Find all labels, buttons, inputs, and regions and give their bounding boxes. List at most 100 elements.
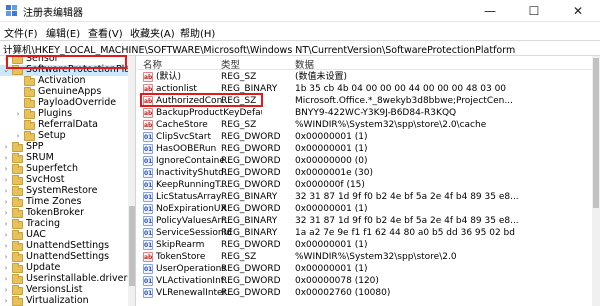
string-value-icon: ab: [143, 72, 153, 82]
value-data: 32 31 87 1d 9f f0 b2 4e bf 5a 2e 4f b4 8…: [295, 192, 519, 202]
value-row[interactable]: 01 InactivityShutd... REG_DWORD 0x0000001e …: [137, 167, 592, 179]
tree-item[interactable]: › Virtualization: [0, 295, 128, 306]
title-bar: 注册表编辑器 — ☐ ✕: [0, 0, 600, 22]
value-row[interactable]: ab TokenStore REG_SZ %WINDIR%\System32\spp\…: [137, 251, 592, 263]
tree-item-label[interactable]: Setup: [38, 130, 66, 141]
tree-scrollbar[interactable]: [128, 56, 135, 306]
string-value-icon: ab: [143, 120, 153, 130]
value-row[interactable]: 01 ClipSvcStart REG_DWORD 0x00000001 (1): [137, 131, 592, 143]
values-scrollbar-thumb[interactable]: [593, 58, 599, 208]
binary-value-icon: 01: [143, 264, 153, 274]
value-row[interactable]: 01 LicStatusArray REG_BINARY 32 31 87 1d 9f…: [137, 191, 592, 203]
column-type[interactable]: 类型: [221, 57, 240, 71]
tree-item-label[interactable]: Superfetch: [26, 163, 78, 174]
value-row[interactable]: 01 ServiceSessionId REG_BINARY 1a a2 7e 9e …: [137, 227, 592, 239]
tree-item[interactable]: › Setup: [0, 130, 128, 142]
value-type: REG_DWORD: [221, 144, 281, 154]
value-row[interactable]: 01 UserOperations REG_DWORD 0x00000001 (1): [137, 263, 592, 275]
tree-item-label[interactable]: VersionsList: [26, 284, 83, 295]
tree-item-label[interactable]: Virtualization: [26, 295, 89, 306]
value-data: %WINDIR%\System32\spp\store\2.0: [295, 252, 457, 262]
values-scrollbar[interactable]: [592, 56, 600, 306]
binary-value-icon: 01: [143, 132, 153, 142]
folder-icon: [12, 241, 23, 251]
minimize-button[interactable]: —: [468, 0, 512, 22]
value-type: REG_DWORD: [221, 168, 281, 178]
value-row[interactable]: ab CacheStore REG_SZ %WINDIR%\System32\spp\…: [137, 119, 592, 131]
folder-icon: [24, 98, 35, 108]
string-value-icon: ab: [143, 252, 153, 262]
highlight-selected-key: [6, 55, 127, 69]
value-data: 0x0000001e (30): [295, 168, 374, 178]
value-row[interactable]: ab BackupProductKeyDefault BNYY9-422WC-Y3K…: [137, 107, 592, 119]
tree-item[interactable]: › SPP: [0, 141, 128, 153]
value-type: REG_BINARY: [221, 192, 278, 202]
folder-icon: [24, 120, 35, 130]
value-row[interactable]: 01 KeepRunningT... REG_DWORD 0x000000f (15): [137, 179, 592, 191]
binary-value-icon: 01: [143, 156, 153, 166]
address-bar[interactable]: 计算机\HKEY_LOCAL_MACHINE\SOFTWARE\Microsof…: [0, 40, 600, 56]
menu-edit[interactable]: 编辑(E): [46, 25, 80, 40]
tree-item-label[interactable]: ReferralData: [38, 119, 98, 130]
value-row[interactable]: 01 PolicyValuesArr... REG_BINARY 32 31 87 1…: [137, 215, 592, 227]
tree-item-label[interactable]: SystemRestore: [26, 185, 97, 196]
tree-item[interactable]: › TokenBroker: [0, 207, 128, 219]
chevron-right-icon[interactable]: ›: [2, 295, 10, 306]
tree-item-label[interactable]: SvcHost: [26, 174, 65, 185]
address-path[interactable]: 计算机\HKEY_LOCAL_MACHINE\SOFTWARE\Microsof…: [3, 42, 515, 55]
tree-item-label[interactable]: Plugins: [38, 108, 72, 119]
value-data: 0x00002760 (10080): [295, 288, 391, 298]
tree-item-label[interactable]: Time Zones: [26, 196, 81, 207]
value-type: REG_DWORD: [221, 276, 281, 286]
menu-favorites[interactable]: 收藏夹(A): [130, 25, 175, 40]
menu-view[interactable]: 查看(V): [88, 25, 123, 40]
value-row[interactable]: 01 NoExpirationUX REG_DWORD 0x00000001 (1): [137, 203, 592, 215]
tree-item-label[interactable]: SPP: [26, 141, 44, 152]
tree-item-label[interactable]: SRUM: [26, 152, 54, 163]
column-header: 名称 类型 数据: [137, 56, 600, 71]
tree-item-label[interactable]: Activation: [38, 75, 86, 86]
binary-value-icon: 01: [143, 216, 153, 226]
value-row[interactable]: 01 IgnoreContaine... REG_DWORD 0x00000000 (…: [137, 155, 592, 167]
menu-file[interactable]: 文件(F): [4, 25, 38, 40]
binary-value-icon: 01: [143, 288, 153, 298]
menu-help[interactable]: 帮助(H): [180, 25, 215, 40]
value-name[interactable]: BackupProductKeyDefault: [156, 107, 262, 119]
value-type: REG_DWORD: [221, 156, 281, 166]
tree-item[interactable]: › UnattendSettings: [0, 251, 128, 263]
chevron-right-icon[interactable]: ›: [14, 130, 22, 142]
tree-item[interactable]: › Tracing: [0, 218, 128, 230]
tree-pane[interactable]: ›Sensor⌄SoftwareProtectionPlatformActiva…: [0, 56, 136, 306]
folder-icon: [12, 197, 23, 207]
value-row[interactable]: ab (默认) REG_SZ (数值未设置): [137, 71, 592, 83]
column-data[interactable]: 数据: [295, 57, 314, 71]
value-data: 1a a2 7e 9e f1 f1 62 44 80 a0 b5 dd 36 9…: [295, 228, 515, 238]
value-row[interactable]: 01 HasOOBERun REG_DWORD 0x00000001 (1): [137, 143, 592, 155]
tree-item-label[interactable]: UnattendSettings: [26, 251, 109, 262]
tree-item-label[interactable]: Tracing: [26, 218, 60, 229]
tree-item-label[interactable]: GenuineApps: [38, 86, 101, 97]
tree-scrollbar-thumb[interactable]: [129, 206, 135, 286]
close-button[interactable]: ✕: [556, 0, 600, 22]
tree-item-label[interactable]: Userinstallable.drivers: [26, 273, 132, 284]
folder-icon: [12, 208, 23, 218]
regedit-app-icon: [6, 5, 17, 16]
value-data: 0x00000000 (0): [295, 156, 368, 166]
folder-icon: [24, 76, 35, 86]
folder-icon: [12, 252, 23, 262]
tree-item-label[interactable]: UnattendSettings: [26, 240, 109, 251]
tree-item-label[interactable]: UAC: [26, 229, 46, 240]
folder-icon: [12, 186, 23, 196]
tree-item-label[interactable]: TokenBroker: [26, 207, 84, 218]
column-name[interactable]: 名称: [143, 57, 162, 71]
tree-item-label[interactable]: PayloadOverride: [38, 97, 116, 108]
folder-icon: [12, 230, 23, 240]
folder-icon: [24, 131, 35, 141]
value-data: 0x00000001 (1): [295, 264, 368, 274]
maximize-button[interactable]: ☐: [512, 0, 556, 22]
tree-item-label[interactable]: Update: [26, 262, 60, 273]
value-row[interactable]: 01 VLActivationInt... REG_DWORD 0x00000078 …: [137, 275, 592, 287]
value-row[interactable]: 01 VLRenewalInter... REG_DWORD 0x00002760 (…: [137, 287, 592, 299]
value-row[interactable]: 01 SkipRearm REG_DWORD 0x00000001 (1): [137, 239, 592, 251]
binary-value-icon: 01: [143, 276, 153, 286]
